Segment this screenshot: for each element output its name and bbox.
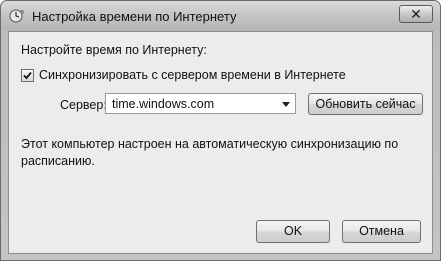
update-now-button[interactable]: Обновить сейчас bbox=[308, 93, 423, 115]
sync-checkbox-label[interactable]: Синхронизировать с сервером времени в Ин… bbox=[39, 68, 346, 82]
info-text: Этот компьютер настроен на автоматическу… bbox=[21, 137, 399, 168]
server-select-value: time.windows.com bbox=[112, 97, 215, 111]
title-bar[interactable]: Настройка времени по Интернету ✕ bbox=[1, 1, 440, 31]
checkmark-icon bbox=[23, 71, 32, 80]
section-heading: Настройте время по Интернету: bbox=[21, 43, 207, 57]
dialog-window: Настройка времени по Интернету ✕ Настрой… bbox=[0, 0, 441, 261]
clock-globe-icon bbox=[9, 9, 25, 23]
dialog-title: Настройка времени по Интернету bbox=[32, 9, 237, 24]
sync-checkbox[interactable] bbox=[21, 69, 34, 82]
close-button[interactable]: ✕ bbox=[399, 5, 433, 23]
server-label: Сервер: bbox=[60, 98, 107, 112]
cancel-button[interactable]: Отмена bbox=[342, 220, 421, 243]
chevron-down-icon[interactable] bbox=[282, 102, 290, 107]
server-select[interactable]: time.windows.com bbox=[105, 93, 296, 114]
close-icon: ✕ bbox=[410, 6, 422, 22]
ok-button[interactable]: OK bbox=[256, 220, 330, 243]
dialog-content: Настройте время по Интернету: Синхронизи… bbox=[8, 31, 433, 254]
